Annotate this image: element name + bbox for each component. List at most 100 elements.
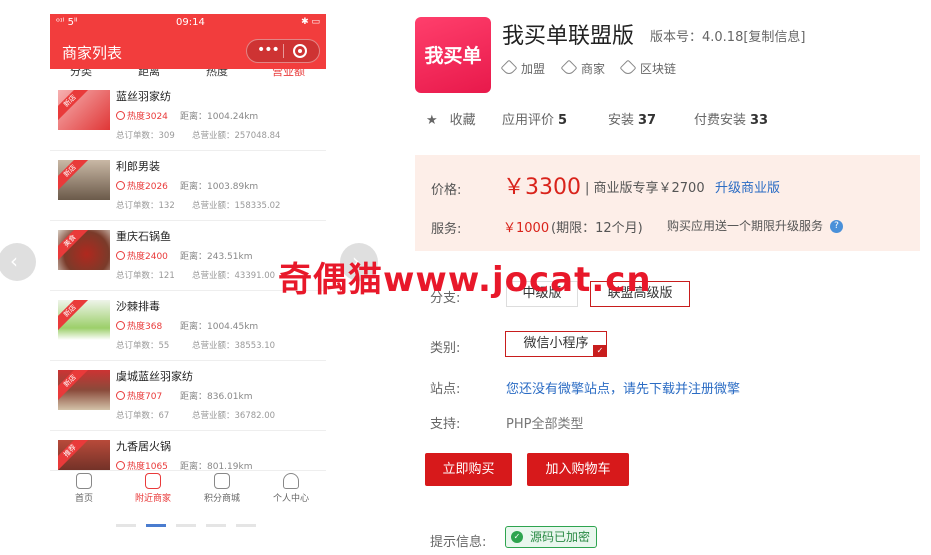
status-icons: ✱ ▭ (301, 17, 320, 27)
flame-icon (116, 251, 125, 260)
category-label: 类别: (430, 341, 461, 356)
carousel-dot[interactable] (206, 524, 226, 527)
shop-distance: 距离：836.01km (180, 392, 253, 402)
paid-install-stat: 付费安装 33 (694, 113, 769, 128)
more-icon[interactable]: ••• (257, 42, 280, 58)
shop-revenue: 总营业额：43391.00 (192, 271, 276, 281)
capsule-divider (283, 44, 284, 58)
flame-icon (116, 461, 125, 470)
tag-icon (500, 59, 518, 77)
add-to-cart-button[interactable]: 加入购物车 (527, 453, 629, 486)
price-value: ￥3300 (503, 175, 581, 200)
home-icon (76, 473, 92, 489)
version-info[interactable]: 版本号：4.0.18[复制信息] (650, 26, 806, 45)
shop-thumbnail: 美食 (58, 230, 110, 270)
service-label: 服务: (431, 222, 462, 237)
service-period: (期限：12个月) (551, 221, 643, 236)
shop-distance: 距离：1004.24km (180, 112, 259, 122)
notice-label: 提示信息: (430, 535, 487, 550)
tag-icon (619, 59, 637, 77)
shop-name: 九香居火锅 (116, 440, 171, 453)
list-item[interactable]: 新店 利郎男装 热度2026 距离：1003.89km 总订单数：132 总营业… (50, 152, 326, 221)
watermark: 奇偶猫www.jocat.cn (278, 260, 652, 300)
mini-program-capsule[interactable]: ••• (246, 39, 320, 63)
shop-distance: 距离：243.51km (180, 252, 253, 262)
star-icon: ★ (426, 113, 438, 128)
category-option-wechat[interactable]: 微信小程序 (505, 331, 607, 357)
flame-icon (116, 111, 125, 120)
carousel-dot[interactable] (116, 524, 136, 527)
shop-thumbnail: 新店 (58, 160, 110, 200)
install-stat: 安装 37 (608, 113, 657, 128)
close-target-icon[interactable] (293, 44, 307, 58)
tag-blockchain[interactable]: 区块链 (619, 59, 676, 77)
buy-now-button[interactable]: 立即购买 (425, 453, 512, 486)
shop-thumbnail: 新店 (58, 370, 110, 410)
shop-orders: 总订单数：55 (116, 341, 170, 351)
carousel-indicators (116, 524, 266, 528)
tag-franchise[interactable]: 加盟 (500, 59, 545, 77)
shop-heat: 热度707 (116, 389, 162, 402)
tab-points-mall[interactable]: 积分商城 (192, 473, 252, 504)
shop-heat: 热度368 (116, 319, 162, 332)
filter-tab-heat[interactable]: 热度 (206, 69, 228, 79)
shop-heat: 热度3024 (116, 109, 168, 122)
filter-tabs: 分类 距离 热度 营业额 (50, 69, 326, 82)
shop-revenue: 总营业额：38553.10 (192, 341, 276, 351)
site-link[interactable]: 您还没有微擎站点，请先下载并注册微擎 (506, 378, 740, 397)
price-panel: 价格: ￥3300 | 商业版专享￥2700 升级商业版 服务: ￥1000 (… (415, 155, 920, 251)
phone-tab-bar: 首页 附近商家 积分商城 个人中心 (50, 470, 326, 512)
gift-icon (214, 473, 230, 489)
shop-heat: 热度2400 (116, 249, 168, 262)
flame-icon (116, 391, 125, 400)
chevron-left-icon: ‹ (10, 249, 18, 273)
price-label: 价格: (431, 183, 462, 198)
shop-revenue: 总营业额：158335.02 (192, 201, 281, 211)
app-logo: 我买单 (415, 17, 491, 93)
filter-tab-distance[interactable]: 距离 (138, 69, 160, 79)
shop-name: 蓝丝羽家纺 (116, 90, 171, 103)
shop-name: 沙棘排毒 (116, 300, 160, 313)
help-icon[interactable]: ? (830, 220, 843, 233)
filter-tab-revenue[interactable]: 营业额 (272, 69, 305, 79)
store-icon (145, 473, 161, 489)
shop-heat: 热度2026 (116, 179, 168, 192)
carousel-dot[interactable] (236, 524, 256, 527)
encrypted-badge: ✓ 源码已加密 (505, 526, 598, 548)
shop-name: 虞城蓝丝羽家纺 (116, 370, 193, 383)
phone-nav-bar: 商家列表 ••• (50, 33, 326, 69)
pro-price: | 商业版专享￥2700 (585, 181, 705, 196)
list-item[interactable]: 新店 蓝丝羽家纺 热度3024 距离：1004.24km 总订单数：309 总营… (50, 82, 326, 151)
product-title: 我买单联盟版 (502, 24, 635, 49)
carrier-signal: ᵒᶦˡ 5ᴵᴵ (56, 17, 78, 28)
shop-orders: 总订单数：121 (116, 271, 175, 281)
filter-tab-category[interactable]: 分类 (70, 69, 92, 79)
upgrade-link[interactable]: 升级商业版 (715, 177, 780, 196)
carousel-dot-active[interactable] (146, 524, 166, 527)
list-item[interactable]: 新店 沙棘排毒 热度368 距离：1004.45km 总订单数：55 总营业额：… (50, 292, 326, 361)
flame-icon (116, 181, 125, 190)
service-note: 购买应用送一个期限升级服务 (667, 219, 824, 233)
shop-revenue: 总营业额：36782.00 (192, 411, 276, 421)
shop-revenue: 总营业额：257048.84 (192, 131, 281, 141)
service-price: ￥1000 (503, 221, 550, 236)
favorite-button[interactable]: ★ 收藏 (426, 109, 476, 128)
shop-distance: 距离：1003.89km (180, 182, 259, 192)
tab-profile[interactable]: 个人中心 (261, 473, 321, 504)
carousel-dot[interactable] (176, 524, 196, 527)
tab-home[interactable]: 首页 (54, 473, 114, 504)
support-value: PHP全部类型 (506, 417, 584, 432)
rating-stat[interactable]: 应用评价 5 (502, 109, 567, 128)
shop-orders: 总订单数：67 (116, 411, 170, 421)
list-item[interactable]: 新店 虞城蓝丝羽家纺 热度707 距离：836.01km 总订单数：67 总营业… (50, 362, 326, 431)
tag-merchant[interactable]: 商家 (560, 59, 605, 77)
check-circle-icon: ✓ (511, 531, 523, 543)
tab-nearby-merchants[interactable]: 附近商家 (123, 473, 183, 504)
site-label: 站点: (430, 382, 461, 397)
shop-orders: 总订单数：132 (116, 201, 175, 211)
shop-distance: 距离：1004.45km (180, 322, 259, 332)
status-time: 09:14 (176, 17, 205, 28)
status-bar: ᵒᶦˡ 5ᴵᴵ 09:14 ✱ ▭ (50, 14, 326, 33)
phone-page-title: 商家列表 (62, 44, 123, 62)
carousel-prev-button[interactable]: ‹ (0, 243, 36, 281)
